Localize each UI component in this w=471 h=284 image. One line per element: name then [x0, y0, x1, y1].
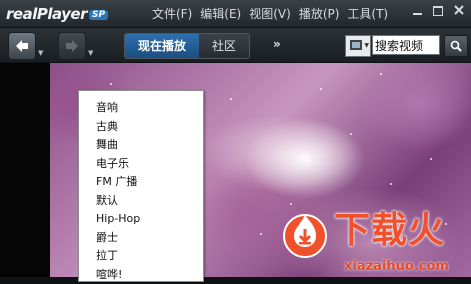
watermark-url: xiazaihuo.com [344, 259, 449, 274]
video-film-icon [350, 40, 362, 50]
preset-item-classical[interactable]: 古典 [79, 118, 203, 137]
eq-preset-menu: 音响 古典 舞曲 电子乐 FM 广播 默认 Hip-Hop 爵士 拉丁 喧哗! [78, 90, 204, 282]
close-icon [454, 5, 464, 15]
menu-play[interactable]: 播放(P) [299, 6, 340, 22]
logo-badge: SP [89, 10, 108, 20]
more-tabs-button[interactable]: » [273, 37, 281, 51]
preset-item-hiphop[interactable]: Hip-Hop [79, 210, 203, 229]
flame-logo-icon [280, 209, 330, 259]
preset-item-jazz[interactable]: 爵士 [79, 229, 203, 248]
window-controls [411, 5, 465, 17]
preset-item-loud[interactable]: 喧哗! [79, 266, 203, 284]
magnifier-icon [450, 40, 462, 52]
realplayer-logo: realPlayerSP [6, 4, 108, 22]
site-watermark: 下载火 xiazaihuo.com [278, 205, 468, 277]
title-bar: realPlayerSP 文件(F) 编辑(E) 视图(V) 播放(P) 工具(… [0, 0, 471, 28]
preset-item-fm-radio[interactable]: FM 广播 [79, 173, 203, 192]
tab-now-playing[interactable]: 现在播放 [125, 34, 199, 58]
arrow-right-icon [64, 38, 80, 54]
tab-bar: 现在播放 社区 [124, 33, 250, 59]
preset-item-electronic[interactable]: 电子乐 [79, 155, 203, 174]
preset-item-latin[interactable]: 拉丁 [79, 247, 203, 266]
menu-file[interactable]: 文件(F) [152, 6, 192, 22]
search-button[interactable] [444, 35, 468, 57]
forward-history-caret[interactable]: ▼ [88, 49, 93, 57]
maximize-button[interactable] [432, 5, 444, 17]
minimize-icon [413, 13, 422, 15]
forward-button[interactable] [58, 32, 86, 60]
back-history-caret[interactable]: ▼ [38, 49, 43, 57]
watermark-title: 下载火 [334, 209, 445, 253]
menu-bar: 文件(F) 编辑(E) 视图(V) 播放(P) 工具(T) [152, 6, 388, 22]
preset-list: 音响 古典 舞曲 电子乐 FM 广播 默认 Hip-Hop 爵士 拉丁 喧哗! [79, 91, 203, 284]
back-button[interactable] [8, 32, 36, 60]
arrow-left-icon [14, 38, 30, 54]
tab-community[interactable]: 社区 [199, 34, 249, 58]
chevron-down-icon: ▼ [364, 42, 369, 49]
search-mode-dropdown[interactable]: ▼ [345, 35, 371, 57]
menu-view[interactable]: 视图(V) [249, 6, 291, 22]
search-input[interactable] [372, 35, 440, 55]
close-button[interactable] [453, 5, 465, 17]
maximize-icon [433, 6, 443, 16]
minimize-button[interactable] [411, 5, 423, 17]
menu-edit[interactable]: 编辑(E) [200, 6, 241, 22]
toolbar: ▼ ▼ 现在播放 社区 » ▼ [0, 28, 471, 62]
preset-item-sound[interactable]: 音响 [79, 99, 203, 118]
preset-item-default[interactable]: 默认 [79, 192, 203, 211]
logo-brand-text: realPlayer [6, 5, 87, 23]
preset-item-dance[interactable]: 舞曲 [79, 136, 203, 155]
menu-tools[interactable]: 工具(T) [347, 6, 388, 22]
